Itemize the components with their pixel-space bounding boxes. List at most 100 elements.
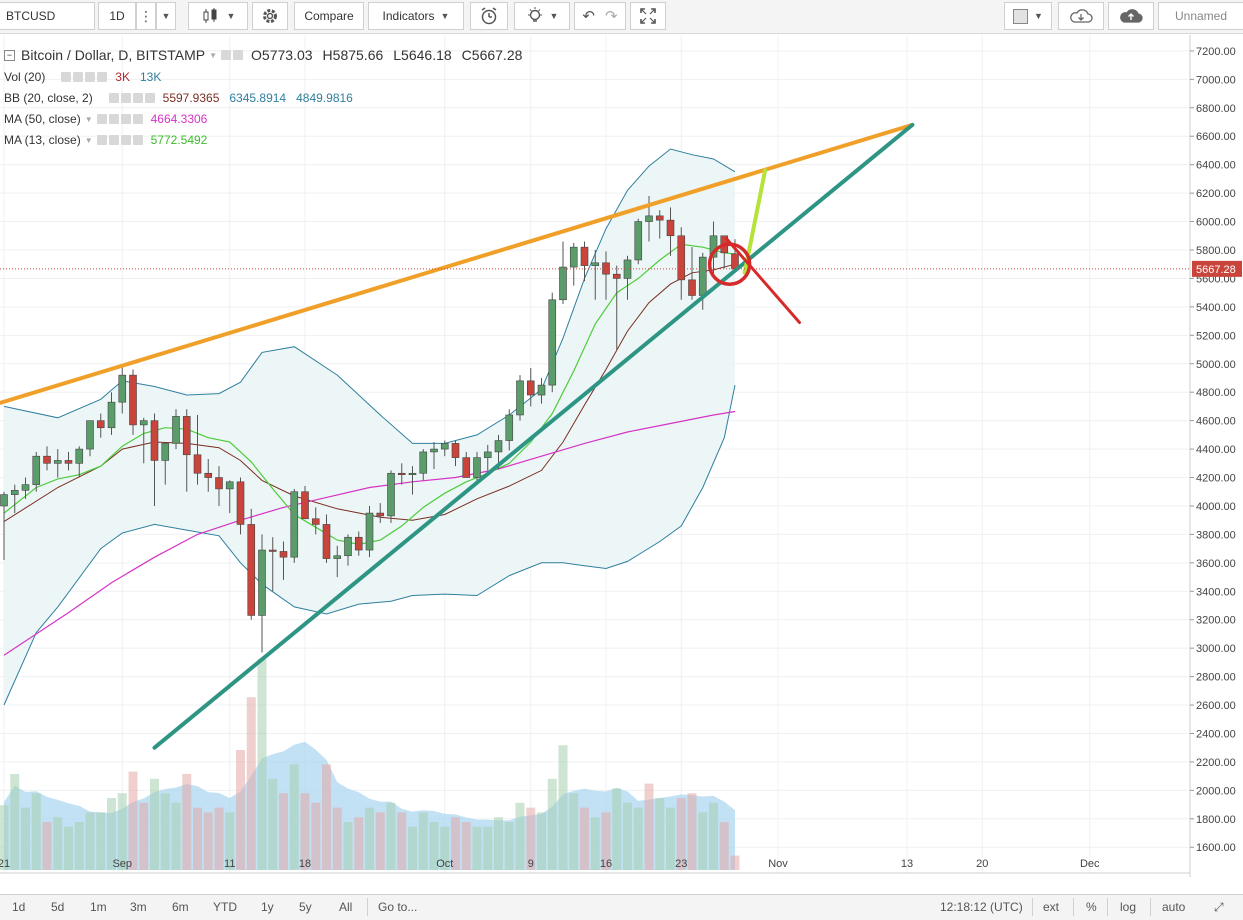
range-5y[interactable]: 5y xyxy=(299,900,312,914)
legend-ma13: MA (13, close) ▼ 5772.5492 xyxy=(4,133,217,147)
volume-bar xyxy=(332,807,342,870)
candle-body xyxy=(150,420,159,461)
candle-body xyxy=(333,555,342,559)
interval-selector[interactable]: 1D xyxy=(98,2,136,30)
range-1d[interactable]: 1d xyxy=(12,900,25,914)
candle-body xyxy=(634,221,643,261)
time-tick-label: Sep xyxy=(112,858,132,870)
legend-ma13-buttons[interactable] xyxy=(96,135,143,145)
legend-ma50-buttons[interactable] xyxy=(96,114,143,124)
undo-icon[interactable]: ↶ xyxy=(582,7,595,25)
save-layout-button[interactable] xyxy=(1108,2,1154,30)
expand-icon[interactable]: ⤢ xyxy=(1214,900,1224,915)
goto-button[interactable]: Go to... xyxy=(378,900,417,914)
drawing-visibility-button[interactable]: ▼ xyxy=(1004,2,1052,30)
chevron-down-icon[interactable]: ▼ xyxy=(85,115,93,124)
ideas-button[interactable]: ▼ xyxy=(514,2,570,30)
interval-dropdown-button[interactable]: ▼ xyxy=(156,2,176,30)
price-tick-label: 5000.00 xyxy=(1196,359,1236,371)
auto-toggle[interactable]: auto xyxy=(1162,900,1185,914)
legend-volume-name: Vol (20) xyxy=(4,70,46,84)
candle-body xyxy=(688,279,696,296)
legend-volume-buttons[interactable] xyxy=(61,72,108,82)
range-1m[interactable]: 1m xyxy=(90,900,107,914)
candle-body xyxy=(279,551,288,558)
log-toggle[interactable]: log xyxy=(1120,900,1136,914)
time-tick-label: Dec xyxy=(1080,858,1100,870)
candle-body xyxy=(344,536,352,557)
range-ytd[interactable]: YTD xyxy=(213,900,237,914)
symbol-text: BTCUSD xyxy=(6,9,56,23)
price-chart[interactable]: 7200.00 7000.00 6800.00 6600.00 6400.00 6200.… xyxy=(0,35,1243,877)
candle-body xyxy=(516,380,524,416)
volume-bar xyxy=(42,822,52,870)
legend-bb-lower: 4849.9816 xyxy=(296,91,353,105)
ext-toggle[interactable]: ext xyxy=(1043,900,1059,914)
price-tick-label: 1800.00 xyxy=(1196,814,1236,826)
range-all[interactable]: All xyxy=(339,900,352,914)
top-toolbar: BTCUSD 1D ⋮ ▼ ▼ Compare Indicators ▼ ▼ ↶… xyxy=(0,0,1243,34)
candle-body xyxy=(236,481,245,525)
volume-bar xyxy=(569,793,579,870)
volume-bar xyxy=(343,822,353,870)
volume-bars xyxy=(0,658,740,870)
candle-body xyxy=(322,524,331,559)
legend-bb-buttons[interactable] xyxy=(108,93,155,103)
volume-bar xyxy=(53,817,63,870)
legend-title-buttons[interactable] xyxy=(221,50,244,60)
divider xyxy=(367,898,368,916)
volume-bar xyxy=(74,822,84,870)
divider xyxy=(1073,898,1074,916)
fullscreen-button[interactable] xyxy=(630,2,666,30)
range-5d[interactable]: 5d xyxy=(51,900,64,914)
range-3m[interactable]: 3m xyxy=(130,900,147,914)
volume-bar xyxy=(214,807,224,870)
legend-high: H5875.66 xyxy=(322,47,384,63)
layout-name-button[interactable]: Unnamed xyxy=(1158,2,1243,30)
range-1y[interactable]: 1y xyxy=(261,900,274,914)
percent-toggle[interactable]: % xyxy=(1086,900,1097,914)
candle-body xyxy=(505,414,514,441)
volume-bar xyxy=(644,783,654,870)
alert-button[interactable] xyxy=(470,2,508,30)
legend-title: Bitcoin / Dollar, D, BITSTAMP xyxy=(21,47,206,63)
symbol-search-input[interactable]: BTCUSD xyxy=(0,2,95,30)
candle-body xyxy=(86,420,94,450)
candle-body xyxy=(10,490,19,495)
range-6m[interactable]: 6m xyxy=(172,900,189,914)
settings-button[interactable] xyxy=(252,2,288,30)
volume-bar xyxy=(494,817,503,870)
volume-bar xyxy=(537,812,546,870)
candle-body xyxy=(182,416,191,456)
alert-clock-icon xyxy=(481,7,497,25)
chevron-down-icon[interactable]: ▼ xyxy=(85,136,93,145)
volume-bar xyxy=(719,822,729,870)
volume-bar xyxy=(21,807,30,870)
indicators-button[interactable]: Indicators ▼ xyxy=(368,2,464,30)
time-tick-label: 23 xyxy=(675,858,687,870)
compare-button[interactable]: Compare xyxy=(294,2,364,30)
candle-body xyxy=(204,472,213,478)
price-tick-label: 4000.00 xyxy=(1196,501,1236,513)
candle-body xyxy=(677,235,686,281)
chart-style-button[interactable]: ▼ xyxy=(188,2,248,30)
redo-icon[interactable]: ↷ xyxy=(605,7,618,25)
orange-channel-line xyxy=(0,122,915,406)
interval-text: 1D xyxy=(109,9,125,23)
load-layout-button[interactable] xyxy=(1058,2,1104,30)
volume-bar xyxy=(203,812,213,870)
interval-menu-button[interactable]: ⋮ xyxy=(136,2,156,30)
candle-body xyxy=(591,262,600,266)
legend-bb-name: BB (20, close, 2) xyxy=(4,91,93,105)
legend-ma13-value: 5772.5492 xyxy=(150,133,208,147)
legend-collapse-icon[interactable]: − xyxy=(4,49,15,61)
price-tick-label: 6400.00 xyxy=(1196,160,1236,172)
candle-body xyxy=(537,384,546,396)
legend-close: C5667.28 xyxy=(461,47,523,63)
candle-body xyxy=(408,472,417,475)
candle-body xyxy=(559,266,567,301)
price-tick-label: 6800.00 xyxy=(1196,103,1236,115)
candle-body xyxy=(301,491,309,520)
chevron-down-icon[interactable]: ▼ xyxy=(209,51,217,60)
price-tick-label: 3200.00 xyxy=(1196,615,1236,627)
